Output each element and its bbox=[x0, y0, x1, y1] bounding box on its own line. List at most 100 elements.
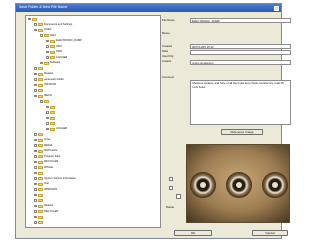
close-icon[interactable] bbox=[274, 5, 279, 11]
down-button[interactable] bbox=[169, 186, 173, 190]
tree-item-label: 0307 bbox=[56, 44, 62, 48]
creator-field[interactable]: Johns Hopkinson bbox=[190, 60, 291, 65]
tree-item[interactable] bbox=[28, 17, 38, 21]
expand-icon[interactable] bbox=[34, 210, 37, 213]
tree-item[interactable]: RECYCLER bbox=[34, 210, 58, 214]
created-field[interactable]: 2007/11/05 15:12 bbox=[190, 44, 291, 49]
tree-item[interactable] bbox=[46, 122, 56, 126]
expand-icon[interactable] bbox=[46, 127, 49, 131]
expand-icon[interactable] bbox=[34, 67, 37, 70]
expand-icon[interactable] bbox=[46, 105, 49, 109]
tree-item[interactable]: System Volume Information bbox=[34, 177, 76, 181]
tree-item[interactable]: WINDOWS bbox=[34, 188, 57, 192]
expand-icon[interactable] bbox=[34, 166, 37, 169]
expand-icon[interactable] bbox=[34, 199, 37, 202]
cancel-button[interactable]: Cancel bbox=[252, 230, 288, 236]
expand-icon[interactable] bbox=[34, 28, 37, 32]
tree-item[interactable]: Program Files bbox=[34, 155, 60, 159]
tree-item[interactable]: Melanie bbox=[34, 72, 53, 76]
expand-icon[interactable] bbox=[28, 17, 31, 21]
tree-item[interactable] bbox=[34, 215, 44, 219]
tree-item[interactable] bbox=[34, 221, 44, 225]
expand-icon[interactable] bbox=[46, 56, 49, 59]
tree-item[interactable]: 0307 bbox=[46, 45, 62, 49]
tree-item[interactable]: Software bbox=[40, 61, 60, 65]
expand-icon[interactable] bbox=[34, 204, 37, 208]
tree-item[interactable]: 0329 bbox=[46, 50, 62, 54]
tree-item[interactable]: INSTRUM bbox=[34, 83, 56, 87]
folder-icon bbox=[37, 138, 43, 142]
expand-icon[interactable] bbox=[46, 111, 49, 114]
tree-item[interactable] bbox=[46, 111, 56, 115]
tree-item[interactable]: Folder bbox=[34, 28, 51, 32]
folder-icon bbox=[43, 34, 49, 37]
expand-icon[interactable] bbox=[46, 50, 49, 54]
up-button[interactable] bbox=[169, 177, 173, 181]
expand-icon[interactable] bbox=[34, 177, 37, 180]
expand-icon[interactable] bbox=[46, 45, 49, 48]
tree-item[interactable]: MEDIA bbox=[34, 144, 52, 148]
title-bar[interactable]: Save Folder & New File Name bbox=[16, 4, 281, 12]
tree-item-label: INSTRUM bbox=[44, 83, 56, 86]
tree-item[interactable]: ELECTRONIC_DUMP bbox=[46, 39, 82, 43]
tree-item-label: MECH bbox=[44, 94, 52, 97]
tree-item[interactable]: parameter Folder bbox=[34, 78, 64, 82]
tree-item[interactable]: RECYCLER bbox=[34, 160, 58, 164]
tree-item[interactable]: MECH bbox=[34, 94, 52, 98]
tree-item[interactable] bbox=[34, 89, 44, 93]
tree-item[interactable] bbox=[46, 105, 56, 109]
tree-item[interactable]: Test bbox=[34, 182, 49, 186]
tree-item[interactable] bbox=[40, 100, 50, 104]
tree-item[interactable]: RTData bbox=[34, 166, 53, 170]
tree-item[interactable]: MSOCache bbox=[34, 149, 58, 153]
data-field[interactable] bbox=[190, 50, 291, 55]
expand-icon[interactable] bbox=[34, 89, 37, 92]
tree-item[interactable]: Documents and Settings bbox=[34, 23, 72, 27]
expand-icon[interactable] bbox=[34, 171, 37, 175]
tree-item[interactable] bbox=[34, 171, 44, 175]
checkbox[interactable] bbox=[176, 194, 181, 199]
tree-item[interactable]: LOGGER bbox=[46, 127, 67, 131]
tree-item[interactable]: LOGGER bbox=[46, 56, 67, 60]
expand-icon[interactable] bbox=[40, 61, 43, 65]
expand-icon[interactable] bbox=[34, 193, 37, 197]
folder-icon bbox=[37, 193, 43, 197]
expand-icon[interactable] bbox=[34, 215, 37, 219]
expand-icon[interactable] bbox=[34, 182, 37, 186]
expand-icon[interactable] bbox=[34, 144, 37, 147]
tree-item[interactable]: 0219 bbox=[40, 34, 56, 38]
tree-item[interactable] bbox=[34, 199, 44, 203]
tree-item[interactable] bbox=[34, 193, 44, 197]
expand-icon[interactable] bbox=[46, 39, 49, 43]
folder-tree[interactable]: Documents and Settings Folder 0219 ELECTRON… bbox=[25, 15, 161, 228]
expand-icon[interactable] bbox=[34, 72, 37, 76]
expand-icon[interactable] bbox=[34, 133, 37, 136]
tree-item[interactable] bbox=[34, 67, 44, 71]
expand-icon[interactable] bbox=[34, 83, 37, 87]
expand-icon[interactable] bbox=[34, 160, 37, 164]
expand-icon[interactable] bbox=[46, 116, 49, 120]
expand-icon[interactable] bbox=[34, 138, 37, 142]
tree-item[interactable]: Melanie bbox=[34, 204, 53, 208]
expand-icon[interactable] bbox=[34, 78, 37, 81]
expand-icon[interactable] bbox=[34, 94, 37, 98]
tree-item[interactable] bbox=[46, 116, 56, 120]
expand-icon[interactable] bbox=[40, 100, 43, 103]
reference-image-button[interactable]: Reference Image bbox=[221, 129, 263, 135]
expand-icon[interactable] bbox=[40, 34, 43, 37]
expand-icon[interactable] bbox=[46, 122, 49, 125]
expand-icon[interactable] bbox=[34, 23, 37, 26]
file-name-field[interactable]: ELECTRONIC_DUMP bbox=[190, 18, 291, 23]
expand-icon[interactable] bbox=[34, 155, 37, 158]
tree-item[interactable] bbox=[34, 133, 44, 137]
tree-item[interactable]: Lotus bbox=[34, 138, 50, 142]
folder-icon bbox=[37, 83, 43, 87]
ok-button[interactable]: OK bbox=[174, 230, 212, 236]
tree-item-label: Program Files bbox=[44, 154, 61, 158]
comment-field[interactable]: Measure location and Size of all the hol… bbox=[190, 80, 291, 125]
expand-icon[interactable] bbox=[34, 188, 37, 191]
folder-icon bbox=[49, 122, 55, 125]
folder-icon bbox=[37, 144, 43, 147]
expand-icon[interactable] bbox=[34, 149, 37, 153]
expand-icon[interactable] bbox=[34, 221, 37, 224]
